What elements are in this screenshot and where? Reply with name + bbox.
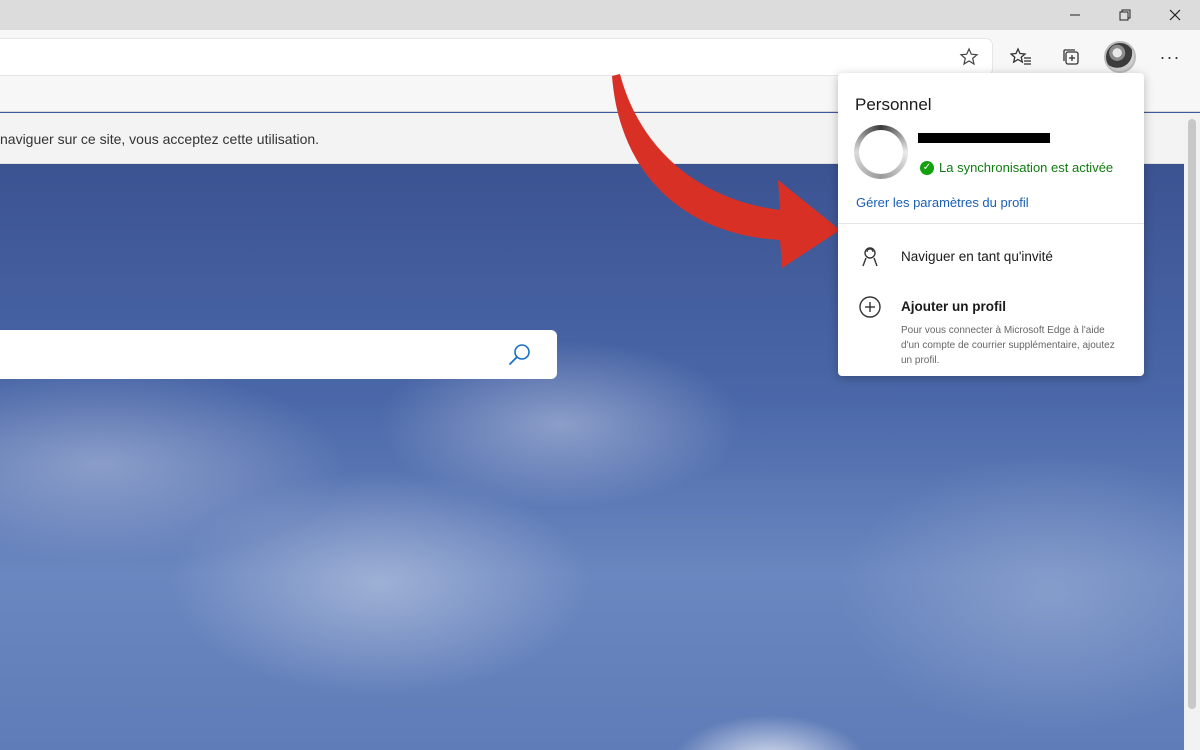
close-icon bbox=[1169, 9, 1181, 21]
favorites-button[interactable] bbox=[1003, 39, 1039, 75]
collections-button[interactable] bbox=[1053, 39, 1089, 75]
add-profile-label: Ajouter un profil bbox=[901, 299, 1006, 314]
avatar bbox=[1104, 41, 1136, 73]
check-icon: ✓ bbox=[920, 160, 934, 175]
more-options-button[interactable]: ··· bbox=[1152, 39, 1188, 75]
minimize-button[interactable] bbox=[1050, 0, 1100, 30]
restore-icon bbox=[1119, 9, 1131, 21]
more-icon: ··· bbox=[1159, 46, 1181, 67]
profile-avatar-button[interactable] bbox=[1102, 39, 1138, 75]
manage-profile-link[interactable]: Gérer les paramètres du profil bbox=[856, 195, 1029, 210]
red-arrow-annotation bbox=[612, 74, 840, 268]
browse-as-guest-item[interactable]: Naviguer en tant qu'invité bbox=[838, 241, 1144, 273]
scroll-thumb[interactable] bbox=[1188, 119, 1196, 709]
favorite-star-button[interactable] bbox=[951, 39, 987, 75]
guest-icon bbox=[862, 247, 878, 267]
minimize-icon bbox=[1070, 14, 1080, 16]
add-profile-description: Pour vous connecter à Microsoft Edge à l… bbox=[901, 325, 1115, 366]
flyout-title: Personnel bbox=[855, 95, 932, 114]
search-input[interactable] bbox=[0, 330, 557, 379]
sync-status: ✓ La synchronisation est activée bbox=[920, 160, 1113, 175]
title-bar bbox=[0, 0, 1200, 30]
add-circle-icon bbox=[859, 296, 881, 318]
restore-button[interactable] bbox=[1100, 0, 1150, 30]
favorites-icon bbox=[1010, 47, 1031, 65]
close-button[interactable] bbox=[1150, 0, 1200, 30]
collections-icon bbox=[1063, 49, 1079, 65]
redacted-email bbox=[918, 133, 1050, 143]
guest-label: Naviguer en tant qu'invité bbox=[901, 249, 1053, 264]
star-icon bbox=[959, 47, 979, 66]
sync-status-text: La synchronisation est activée bbox=[939, 160, 1114, 175]
notice-text: naviguer sur ce site, vous acceptez cett… bbox=[0, 131, 320, 147]
profile-picture bbox=[854, 125, 908, 179]
scrollbar[interactable] bbox=[1184, 113, 1200, 750]
add-profile-item[interactable]: Ajouter un profil Pour vous connecter à … bbox=[838, 291, 1144, 371]
search-icon[interactable] bbox=[506, 342, 532, 368]
divider bbox=[838, 223, 1144, 224]
profile-flyout: Personnel ✓ La synchronisation est activ… bbox=[838, 73, 1144, 376]
